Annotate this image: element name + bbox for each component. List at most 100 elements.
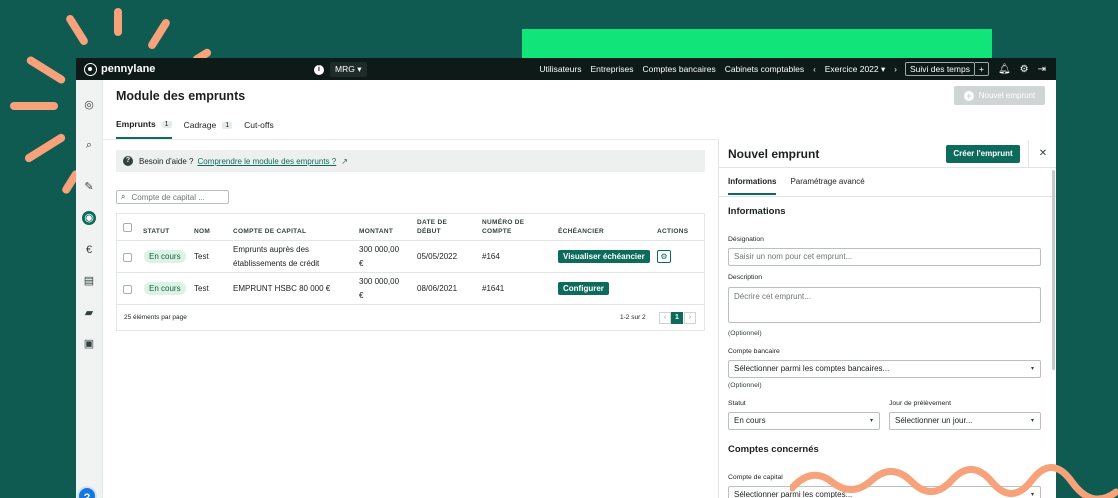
header-montant[interactable]: MONTANT [359,227,393,236]
loans-table: STATUT NOM COMPTE DE CAPITAL MONTANT DAT… [116,213,705,331]
header-numero-l1[interactable]: NUMÉRO DE [482,218,524,227]
app-window: pennylane i MRG ▾ Utilisateurs Entrepris… [76,58,1056,498]
search-input[interactable]: ⌕ Compte de capital ... [116,190,229,204]
gear-icon[interactable]: ⚙ [1020,64,1029,75]
gear-icon[interactable]: ⚙ [657,250,671,263]
top-bar: pennylane i MRG ▾ Utilisateurs Entrepris… [76,58,1056,80]
exercise-select[interactable]: Exercice 2022 ▾ [825,64,886,75]
new-loan-label: Nouvel emprunt [978,91,1036,100]
pagination-range: 1-2 sur 2 [620,314,646,321]
row-checkbox[interactable] [123,253,132,262]
per-page-select[interactable]: 25 éléments par page [124,314,187,321]
table-row: En cours Test Emprunts auprès des établi… [117,241,704,273]
header-date-l1[interactable]: DATE DE [417,218,447,227]
help-button[interactable]: ? [77,486,97,498]
cell-nom: Test [194,284,209,293]
panel-title: Nouvel emprunt [728,147,820,161]
caret-down-icon: ▾ [869,418,873,424]
bank-account-label: Compte bancaire [728,348,780,355]
bank-account-select[interactable]: Sélectionner parmi les comptes bancaires… [728,360,1041,378]
designation-input[interactable]: Saisir un nom pour cet emprunt... [728,248,1041,266]
cell-montant-l2: € [359,291,364,300]
cell-date: 08/06/2021 [417,284,458,293]
nav-utilisateurs[interactable]: Utilisateurs [539,64,581,74]
next-page-button[interactable]: › [684,312,696,324]
tab-label: Cadrage [183,120,217,130]
company-select[interactable]: MRG ▾ [330,62,367,77]
new-loan-button[interactable]: + Nouvel emprunt [954,86,1045,105]
search-icon: ⌕ [121,192,126,201]
description-textarea[interactable]: Décrire cet emprunt... [728,287,1041,323]
top-navigation: Utilisateurs Entreprises Comptes bancair… [530,58,1046,80]
main-tabs: Emprunts 1 Cadrage 1 Cut-offs [116,119,286,139]
decorative-ray [64,13,90,47]
bank-account-placeholder: Sélectionner parmi les comptes bancaires… [734,364,890,373]
add-time-button[interactable]: + [974,62,989,76]
day-label: Jour de prélèvement [889,400,951,407]
panel-header: Nouvel emprunt Créer l'emprunt ✕ [719,140,1056,168]
header-numero-l2[interactable]: COMPTE [482,227,512,236]
tab-count: 1 [222,121,233,129]
folder-icon[interactable]: ▰ [82,306,96,320]
tab-parametrage-avance[interactable]: Paramétrage avancé [790,177,864,195]
search-icon[interactable]: ⌕ [82,138,96,152]
contacts-icon[interactable]: ▣ [82,337,96,351]
logout-icon[interactable]: ⇥ [1038,64,1046,75]
day-select[interactable]: Sélectionner un jour... ▾ [889,412,1041,430]
decorative-ray [114,8,122,36]
page-button-current[interactable]: 1 [671,312,683,324]
search-placeholder: Compte de capital ... [131,192,205,202]
page-title: Module des emprunts [116,89,246,103]
company-switcher[interactable]: i MRG ▾ [314,62,367,77]
cell-date: 05/05/2022 [417,252,458,261]
loans-icon[interactable]: ◉ [82,211,96,225]
decorative-ray [25,54,67,86]
plus-circle-icon: + [963,90,974,101]
status-label: Statut [728,400,746,407]
nav-entreprises[interactable]: Entreprises [590,64,633,74]
chevron-left-icon[interactable]: ‹ [813,65,816,74]
cell-montant-l1: 300 000,00 [359,277,400,286]
create-loan-button[interactable]: Créer l'emprunt [946,145,1020,163]
exercise-label: Exercice 2022 [824,63,879,74]
day-placeholder: Sélectionner un jour... [895,416,973,425]
header-nom[interactable]: NOM [194,227,210,236]
select-all-checkbox[interactable] [123,223,132,232]
tab-count: 1 [161,120,172,128]
configure-button[interactable]: Configurer [558,282,609,295]
tab-emprunts[interactable]: Emprunts 1 [116,119,172,139]
close-icon[interactable]: ✕ [1028,140,1056,168]
nav-comptes-bancaires[interactable]: Comptes bancaires [642,64,715,74]
header-echeancier[interactable]: ÉCHÉANCIER [558,227,604,236]
status-select[interactable]: En cours ▾ [728,412,880,430]
row-checkbox[interactable] [123,285,132,294]
decorative-ray [146,17,172,51]
prev-page-button[interactable]: ‹ [659,312,671,324]
dashboard-icon[interactable]: ◎ [82,98,96,112]
bell-icon[interactable]: 🔔︎ [998,64,1011,75]
caret-down-icon: ▾ [1030,366,1034,372]
header-statut[interactable]: STATUT [143,227,169,236]
tab-label: Cut-offs [244,120,274,130]
time-tracking-button[interactable]: Suivi des temps [904,62,975,76]
view-schedule-button[interactable]: Visualiser échéancier [558,250,650,263]
optional-hint: (Optionnel) [728,330,762,337]
nav-cabinets-comptables[interactable]: Cabinets comptables [725,64,804,74]
tab-informations[interactable]: Informations [728,177,777,195]
help-link[interactable]: Comprendre le module des emprunts ? [197,157,336,166]
caret-down-icon: ▾ [881,63,886,74]
chevron-right-icon[interactable]: › [894,65,897,74]
header-compte[interactable]: COMPTE DE CAPITAL [233,227,306,236]
brand-logo[interactable]: pennylane [84,62,156,76]
euro-icon[interactable]: € [82,243,96,257]
tab-cut-offs[interactable]: Cut-offs [244,119,274,139]
panel-scrollbar[interactable] [1052,170,1055,370]
edit-icon[interactable]: ✎ [82,180,96,194]
external-link-icon[interactable]: ↗ [341,157,348,166]
brand-name: pennylane [101,63,156,75]
book-icon[interactable]: ▤ [82,274,96,288]
tabs-divider [103,139,719,140]
header-date-l2[interactable]: DÉBUT [417,227,441,236]
tab-cadrage[interactable]: Cadrage 1 [184,119,233,139]
status-value: En cours [734,416,766,425]
